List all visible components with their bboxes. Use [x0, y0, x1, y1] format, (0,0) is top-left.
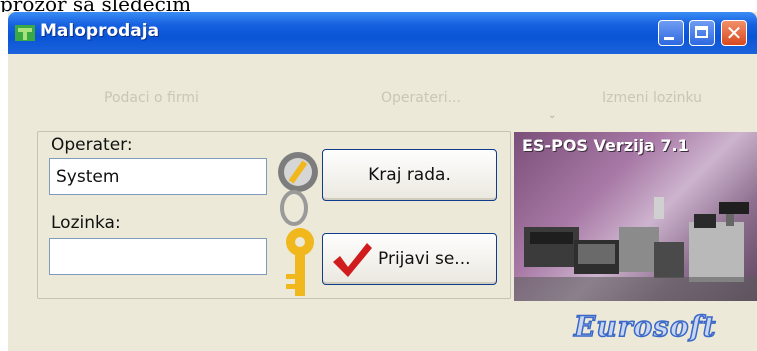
checkmark-icon [333, 243, 372, 277]
title-bar[interactable]: Maloprodaja ✕ [8, 12, 757, 54]
product-banner: ES-POS Verzija 7.1 [514, 132, 757, 301]
menu-change-password[interactable]: Izmeni lozinku [602, 90, 702, 106]
pos-devices-illustration [514, 197, 757, 301]
menu-operators[interactable]: Operateri... [381, 90, 461, 106]
key-icon [278, 152, 318, 296]
maximize-icon[interactable] [689, 20, 715, 46]
minimize-icon[interactable] [658, 20, 684, 46]
password-label: Lozinka: [51, 213, 121, 233]
login-window: Maloprodaja ✕ Podaci o firmi Operateri..… [8, 12, 757, 351]
login-button[interactable]: Prijavi se... [322, 233, 497, 285]
caption-fragment: prozor sa sledećim izgledom: [0, 0, 190, 12]
app-icon [15, 25, 35, 41]
exit-button[interactable]: Kraj rada. [322, 149, 497, 201]
close-icon[interactable]: ✕ [721, 20, 747, 46]
brand-logo: Eurosoft [573, 309, 717, 344]
operator-field[interactable]: System [49, 158, 267, 195]
menu-separator-mark: ⌄ [548, 110, 557, 121]
window-title: Maloprodaja [40, 21, 160, 41]
close-glyph: ✕ [725, 21, 743, 45]
exit-button-label: Kraj rada. [368, 165, 451, 185]
password-field[interactable] [49, 238, 267, 275]
login-button-label: Prijavi se... [378, 249, 471, 269]
menu-company-info[interactable]: Podaci o firmi [104, 90, 199, 106]
operator-label: Operater: [51, 135, 133, 155]
banner-title: ES-POS Verzija 7.1 [522, 136, 689, 155]
